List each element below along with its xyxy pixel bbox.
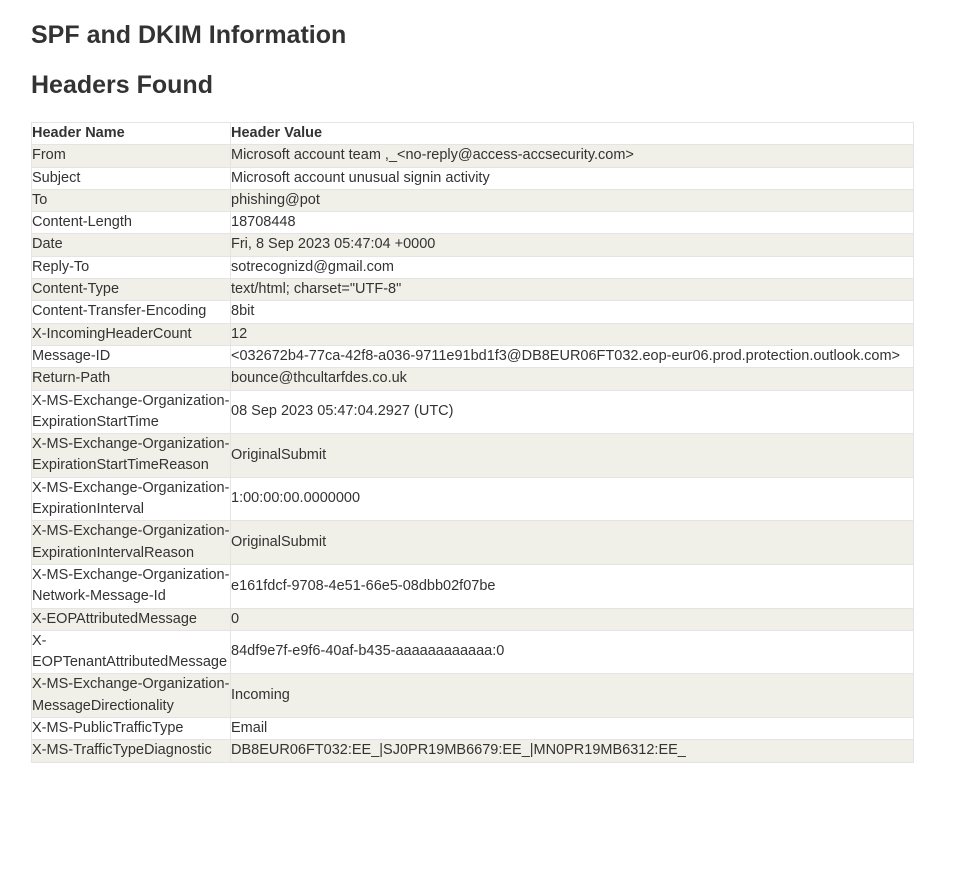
table-row: To phishing@pot	[31, 188, 914, 213]
table-row: Return-Path bounce@thcultarfdes.co.uk	[31, 367, 914, 391]
header-value-cell: phishing@pot	[230, 188, 914, 213]
header-value-cell: e161fdcf-9708-4e51-66e5-08dbb02f07be	[230, 563, 914, 609]
table-row: X-EOPTenantAttributedMessage 84df9e7f-e9…	[31, 629, 914, 675]
header-name-cell: Date	[31, 233, 231, 257]
header-value-cell: bounce@thcultarfdes.co.uk	[230, 367, 914, 391]
header-name-cell: Content-Transfer-Encoding	[31, 300, 231, 324]
header-value-cell: Email	[230, 717, 914, 741]
header-name-cell: Content-Type	[31, 278, 231, 302]
table-row: Date Fri, 8 Sep 2023 05:47:04 +0000	[31, 233, 914, 257]
table-row: X-IncomingHeaderCount 12	[31, 322, 914, 346]
header-name-cell: X-EOPAttributedMessage	[31, 607, 231, 631]
header-name-cell: Reply-To	[31, 255, 231, 280]
table-row: X-EOPAttributedMessage 0	[31, 607, 914, 631]
header-value-cell: 18708448	[230, 211, 914, 235]
column-header-name: Header Name	[31, 121, 231, 146]
header-name-cell: X-IncomingHeaderCount	[31, 322, 231, 346]
table-row: From Microsoft account team ,_<no-reply@…	[31, 144, 914, 168]
header-name-cell: Content-Length	[31, 211, 231, 235]
table-header-row: Header Name Header Value	[31, 121, 914, 146]
header-name-cell: X-MS-TrafficTypeDiagnostic	[31, 739, 231, 763]
header-name-cell: X-MS-PublicTrafficType	[31, 717, 231, 741]
header-name-cell: Message-ID	[31, 344, 231, 369]
table-row: X-MS-Exchange-Organization-MessageDirect…	[31, 673, 914, 719]
table-row: Reply-To sotrecognizd@gmail.com	[31, 255, 914, 280]
header-name-cell: X-MS-Exchange-Organization-Network-Messa…	[31, 563, 231, 609]
table-row: Message-ID <032672b4-77ca-42f8-a036-9711…	[31, 344, 914, 369]
header-name-cell: Subject	[31, 166, 231, 190]
header-value-cell: sotrecognizd@gmail.com	[230, 255, 914, 280]
table-row: X-MS-TrafficTypeDiagnostic DB8EUR06FT032…	[31, 739, 914, 763]
section-title: Headers Found	[31, 71, 213, 99]
table-row: X-MS-Exchange-Organization-Network-Messa…	[31, 563, 914, 609]
table-row: Subject Microsoft account unusual signin…	[31, 166, 914, 190]
header-name-cell: X-MS-Exchange-Organization-ExpirationInt…	[31, 476, 231, 522]
header-name-cell: X-MS-Exchange-Organization-ExpirationInt…	[31, 520, 231, 565]
header-value-cell: 8bit	[230, 300, 914, 324]
table-row: X-MS-PublicTrafficType Email	[31, 717, 914, 741]
header-value-cell: Microsoft account unusual signin activit…	[230, 166, 914, 190]
table-row: X-MS-Exchange-Organization-ExpirationSta…	[31, 433, 914, 478]
header-name-cell: X-EOPTenantAttributedMessage	[31, 629, 231, 675]
header-value-cell: <032672b4-77ca-42f8-a036-9711e91bd1f3@DB…	[230, 344, 914, 369]
header-name-cell: X-MS-Exchange-Organization-ExpirationSta…	[31, 389, 231, 435]
header-value-cell: Fri, 8 Sep 2023 05:47:04 +0000	[230, 233, 914, 257]
header-value-cell: 84df9e7f-e9f6-40af-b435-aaaaaaaaaaaa:0	[230, 629, 914, 675]
headers-table: Header Name Header Value From Microsoft …	[31, 121, 914, 763]
header-value-cell: Incoming	[230, 673, 914, 719]
header-value-cell: text/html; charset="UTF-8"	[230, 278, 914, 302]
column-header-value: Header Value	[230, 121, 914, 146]
table-row: Content-Transfer-Encoding 8bit	[31, 300, 914, 324]
header-value-cell: OriginalSubmit	[230, 433, 914, 478]
header-value-cell: DB8EUR06FT032:EE_|SJ0PR19MB6679:EE_|MN0P…	[230, 739, 914, 763]
header-name-cell: From	[31, 144, 231, 168]
header-name-cell: X-MS-Exchange-Organization-MessageDirect…	[31, 673, 231, 719]
header-value-cell: 12	[230, 322, 914, 346]
header-value-cell: OriginalSubmit	[230, 520, 914, 565]
header-value-cell: 0	[230, 607, 914, 631]
header-value-cell: 1:00:00:00.0000000	[230, 476, 914, 522]
header-name-cell: To	[31, 188, 231, 213]
table-row: X-MS-Exchange-Organization-ExpirationSta…	[31, 389, 914, 435]
table-row: Content-Length 18708448	[31, 211, 914, 235]
header-name-cell: Return-Path	[31, 367, 231, 391]
header-name-cell: X-MS-Exchange-Organization-ExpirationSta…	[31, 433, 231, 478]
table-row: Content-Type text/html; charset="UTF-8"	[31, 278, 914, 302]
table-row: X-MS-Exchange-Organization-ExpirationInt…	[31, 476, 914, 522]
header-value-cell: 08 Sep 2023 05:47:04.2927 (UTC)	[230, 389, 914, 435]
table-row: X-MS-Exchange-Organization-ExpirationInt…	[31, 520, 914, 565]
page-title: SPF and DKIM Information	[31, 21, 347, 49]
header-value-cell: Microsoft account team ,_<no-reply@acces…	[230, 144, 914, 168]
